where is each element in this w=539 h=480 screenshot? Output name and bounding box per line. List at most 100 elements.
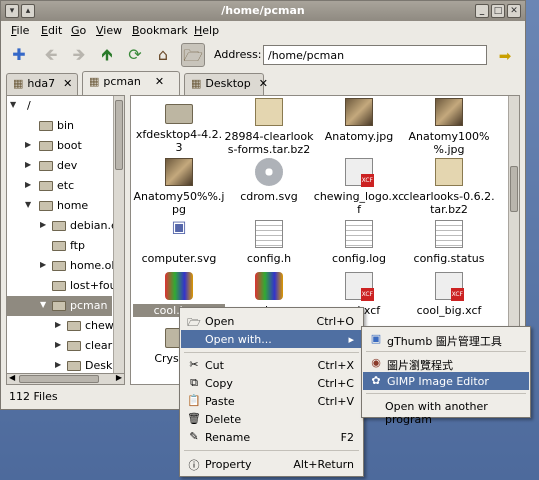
file-name: cdrom.svg: [240, 190, 298, 203]
menu-item-paste[interactable]: 📋 Paste Ctrl+V: [181, 392, 362, 410]
up-arrow-icon[interactable]: 🡹: [95, 43, 119, 67]
file-item[interactable]: config.h: [223, 220, 315, 265]
menu-item-open-with[interactable]: Open with... ▸: [181, 330, 362, 348]
file-item[interactable]: cool_big.xcf: [403, 272, 495, 317]
menu-separator: [184, 352, 359, 353]
close-tab-icon[interactable]: ✕: [63, 77, 72, 90]
menu-bookmark[interactable]: Bookmark: [132, 24, 188, 37]
home-icon[interactable]: ⌂: [151, 43, 175, 67]
scroll-right-icon[interactable]: ▶: [116, 373, 122, 382]
expander-open-icon[interactable]: ▼: [25, 200, 31, 209]
menu-edit[interactable]: Edit: [41, 24, 62, 37]
forward-arrow-icon[interactable]: 🡺: [67, 43, 91, 67]
menu-item-cut[interactable]: ✂ Cut Ctrl+X: [181, 356, 362, 374]
maximize-icon[interactable]: □: [491, 4, 505, 18]
go-icon[interactable]: ➡: [494, 45, 516, 67]
menu-file[interactable]: File: [11, 24, 29, 37]
expander-closed-icon[interactable]: ▶: [55, 320, 61, 329]
context-menu: 🗁 Open Ctrl+O Open with... ▸ ✂ Cut Ctrl+X ⧉ Co…: [179, 307, 364, 477]
expander-closed-icon[interactable]: ▶: [25, 180, 31, 189]
tree-item-home-old[interactable]: ▶ home.ol: [7, 256, 114, 276]
tree-vertical-scrollbar[interactable]: [113, 96, 124, 384]
reload-icon[interactable]: ⟳: [123, 43, 147, 67]
file-item[interactable]: Anatomy50%%.jpg: [133, 158, 225, 216]
expander-closed-icon[interactable]: ▶: [25, 140, 31, 149]
folder-icon: [39, 201, 53, 211]
expander-open-icon[interactable]: ▼: [40, 300, 46, 309]
menu-view[interactable]: View: [96, 24, 122, 37]
scrollbar-thumb[interactable]: [19, 375, 99, 383]
menu-item-open[interactable]: 🗁 Open Ctrl+O: [181, 312, 362, 330]
file-item[interactable]: cdrom.svg: [223, 158, 315, 203]
file-item[interactable]: config.log: [313, 220, 405, 265]
menu-item-copy[interactable]: ⧉ Copy Ctrl+C: [181, 374, 362, 392]
properties-icon: ⓘ: [188, 459, 200, 472]
file-item[interactable]: clearlooks-0.6.2.tar.bz2: [403, 158, 495, 216]
tree-item-ftp[interactable]: ftp: [7, 236, 112, 256]
file-name: computer.svg: [141, 252, 217, 265]
folder-icon: [52, 261, 66, 271]
close-tab-icon[interactable]: ✕: [155, 75, 164, 88]
expander-closed-icon[interactable]: ▶: [40, 220, 46, 229]
back-arrow-icon[interactable]: 🡸: [39, 43, 63, 67]
tree-item-bin[interactable]: bin: [7, 116, 112, 136]
tab-pcman[interactable]: ▦ pcman ✕: [82, 71, 180, 95]
tree-item-boot[interactable]: ▶ boot: [7, 136, 112, 156]
tree-item-debian[interactable]: ▶ debian.e: [7, 216, 118, 236]
menu-item-delete[interactable]: 🗑 Delete: [181, 410, 362, 428]
menu-item-property[interactable]: ⓘ Property Alt+Return: [181, 455, 362, 473]
submenu-item-other-program[interactable]: Open with another program: [363, 397, 529, 426]
tree-item-chewing[interactable]: ▶ chew: [7, 316, 114, 336]
expander-closed-icon[interactable]: ▶: [55, 340, 61, 349]
scrollbar-thumb[interactable]: [510, 166, 518, 212]
tree-item-clearlooks[interactable]: ▶ clearl: [7, 336, 115, 356]
tab-hda7[interactable]: ▦ hda7 ✕: [6, 73, 78, 95]
expander-open-icon[interactable]: ▼: [10, 100, 16, 109]
tree-item-root[interactable]: ▼ /: [7, 96, 112, 116]
folder-icon: [39, 141, 53, 151]
file-item[interactable]: xfdesktop4-4.2.3: [133, 98, 225, 154]
address-input[interactable]: [263, 45, 487, 65]
close-tab-icon[interactable]: ✕: [259, 77, 268, 90]
cut-icon: ✂: [189, 358, 199, 371]
submenu-item-image-viewer[interactable]: ◉ 圖片瀏覽程式: [363, 354, 529, 372]
text-file-icon: [345, 220, 373, 248]
file-item[interactable]: computer.svg: [133, 220, 225, 265]
file-item[interactable]: Anatomy100%%.jpg: [403, 98, 495, 156]
file-item[interactable]: 28984-clearlooks-forms.tar.bz2: [223, 98, 315, 156]
directory-tree[interactable]: ▼ / bin ▶ boot ▶ dev ▶ etc ▼ home ▶ debian.e f…: [6, 95, 125, 385]
folder-icon: [67, 321, 81, 331]
submenu-item-gthumb[interactable]: ▣ gThumb 圖片管理工具: [363, 330, 529, 348]
expander-closed-icon[interactable]: ▶: [55, 360, 61, 369]
menu-go[interactable]: Go: [71, 24, 86, 37]
close-icon[interactable]: ✕: [507, 4, 521, 18]
expander-closed-icon[interactable]: ▶: [25, 160, 31, 169]
file-item[interactable]: chewing_logo.xcf: [313, 158, 405, 216]
scroll-left-icon[interactable]: ◀: [9, 373, 15, 382]
tree-item-label: lost+fou: [70, 279, 117, 292]
file-item[interactable]: config.status: [403, 220, 495, 265]
submenu-item-gimp[interactable]: ✿ GIMP Image Editor: [363, 372, 529, 390]
new-tab-icon[interactable]: ✚: [7, 43, 31, 67]
minimize-icon[interactable]: _: [475, 4, 489, 18]
menu-help[interactable]: Help: [194, 24, 219, 37]
image-icon: [435, 98, 463, 126]
tree-item-etc[interactable]: ▶ etc: [7, 176, 112, 196]
show-sidebar-icon[interactable]: 🗁: [181, 43, 205, 67]
title-bar[interactable]: ▾ ▴ /home/pcman _ □ ✕: [1, 1, 525, 21]
expander-closed-icon[interactable]: ▶: [40, 260, 46, 269]
folder-icon: [39, 121, 53, 131]
tree-item-pcman[interactable]: ▼ pcman: [7, 296, 112, 316]
scrollbar-thumb[interactable]: [115, 100, 123, 170]
tab-desktop[interactable]: ▦ Desktop ✕: [184, 73, 268, 95]
folder-icon: [52, 221, 66, 231]
file-item[interactable]: Anatomy.jpg: [313, 98, 405, 143]
tree-horizontal-scrollbar[interactable]: ◀ ▶: [6, 373, 125, 385]
tree-item-home[interactable]: ▼ home: [7, 196, 112, 216]
folder-icon: ▦: [13, 77, 24, 90]
tree-item-lost-found[interactable]: lost+fou: [7, 276, 117, 296]
file-name: clearlooks-0.6.2.tar.bz2: [403, 190, 495, 216]
tree-item-dev[interactable]: ▶ dev: [7, 156, 112, 176]
menu-item-rename[interactable]: ✎ Rename F2: [181, 428, 362, 446]
menu-item-shortcut: Ctrl+O: [316, 315, 354, 328]
